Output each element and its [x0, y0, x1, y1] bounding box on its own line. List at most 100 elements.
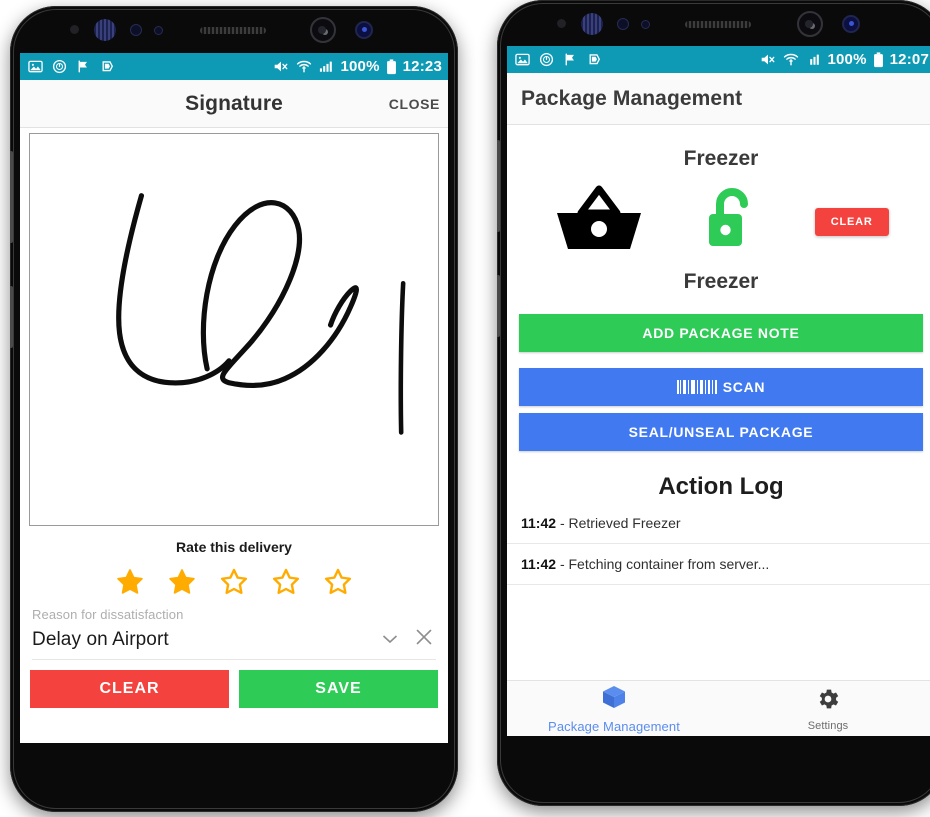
power-button-left[interactable] [10, 286, 13, 348]
log-entry-time: 11:42 [521, 515, 557, 531]
chevron-down-icon[interactable] [382, 631, 398, 649]
status-bar-left-icons [28, 59, 115, 74]
button-gap [519, 406, 923, 413]
barcode-icon [676, 380, 719, 394]
clock-icon [52, 59, 67, 74]
container-top-label: Freezer [683, 147, 759, 170]
phone-top-bezel-right [497, 0, 930, 48]
battery-icon [386, 58, 397, 75]
scan-button-label: SCAN [722, 379, 766, 395]
battery-percent-label: 100% [340, 58, 380, 75]
screenshot-stage: 100% 12:23 Signature CLOSE Rate this del… [0, 0, 930, 817]
screen-right: 100% 12:07 Package Management Freezer CL… [507, 46, 930, 736]
sensor-dot-icon [154, 26, 163, 35]
nav-label-settings: Settings [807, 719, 849, 732]
log-entry-separator: - [559, 515, 565, 531]
clock-label: 12:07 [889, 51, 929, 68]
star-rating[interactable] [20, 567, 448, 597]
app-bar-right: Package Management [507, 73, 930, 125]
front-camera-icon [797, 11, 823, 37]
reason-field-block: Reason for dissatisfaction Delay on Airp… [20, 597, 448, 660]
close-button[interactable]: CLOSE [389, 96, 440, 112]
add-package-note-label: ADD PACKAGE NOTE [642, 325, 800, 341]
log-entry-time: 11:42 [521, 556, 557, 572]
battery-percent-label: 100% [827, 51, 867, 68]
iris-scanner-icon [581, 13, 603, 35]
star-icon-2-filled[interactable] [167, 567, 197, 597]
status-bar-right-right-icons: 100% 12:07 [759, 51, 929, 68]
clock-icon [539, 52, 554, 67]
volume-button-left[interactable] [10, 151, 13, 243]
volume-button-right[interactable] [497, 140, 500, 232]
action-log-list: 11:42 - Retrieved Freezer 11:42 - Fetchi… [507, 515, 930, 585]
light-sensor-icon [617, 18, 629, 30]
proximity-sensor-icon [557, 19, 566, 28]
send-icon [587, 52, 602, 67]
rating-label: Rate this delivery [176, 539, 292, 555]
seal-unseal-package-button[interactable]: SEAL/UNSEAL PACKAGE [519, 413, 923, 451]
add-package-note-button[interactable]: ADD PACKAGE NOTE [519, 314, 923, 352]
signature-canvas-wrapper [20, 128, 448, 526]
save-button[interactable]: SAVE [239, 670, 438, 708]
notification-led-icon [842, 15, 860, 33]
battery-icon [873, 51, 884, 68]
mute-icon [759, 52, 777, 67]
package-box-icon [600, 683, 628, 716]
basket-icon[interactable] [553, 183, 645, 260]
page-title: Signature [185, 91, 283, 115]
log-entry-text: Fetching container from server... [568, 556, 770, 572]
phone-top-bezel-left [10, 6, 458, 54]
nav-label-package-management: Package Management [548, 719, 680, 734]
unlocked-padlock-icon[interactable] [702, 186, 758, 257]
status-bar-left: 100% 12:23 [20, 53, 448, 80]
star-icon-5-empty[interactable] [323, 567, 353, 597]
gear-icon [815, 686, 841, 717]
status-bar-right-icons: 100% 12:23 [272, 58, 442, 75]
seal-unseal-label: SEAL/UNSEAL PACKAGE [628, 424, 814, 440]
log-entry-separator: - [559, 556, 565, 572]
earpiece-speaker [685, 21, 751, 28]
status-bar-right-left-icons [515, 52, 602, 67]
screen-left: 100% 12:23 Signature CLOSE Rate this del… [20, 53, 448, 743]
notification-led-icon [355, 21, 373, 39]
mute-icon [272, 59, 290, 74]
flag-icon [76, 59, 91, 74]
signature-pad[interactable] [29, 133, 439, 526]
container-bottom-label: Freezer [683, 270, 759, 293]
signal-icon [318, 59, 334, 74]
signature-action-bar: CLEAR SAVE [20, 660, 448, 708]
action-log-title: Action Log [658, 473, 784, 500]
page-title: Package Management [521, 86, 743, 110]
signal-icon [805, 52, 821, 67]
package-management-scroll: Freezer CLEAR Freezer ADD PACKAGE NOTE S… [507, 125, 930, 680]
log-entry: 11:42 - Retrieved Freezer [507, 515, 930, 544]
phone-device-right: 100% 12:07 Package Management Freezer CL… [497, 0, 930, 806]
power-button-right[interactable] [497, 275, 500, 337]
log-entry-text: Retrieved Freezer [568, 515, 681, 531]
send-icon [100, 59, 115, 74]
signature-screen-body: Rate this delivery Reason for dissatisfa… [20, 128, 448, 743]
reason-field-label: Reason for dissatisfaction [32, 607, 184, 622]
proximity-sensor-icon [70, 25, 79, 34]
container-clear-button[interactable]: CLEAR [814, 207, 889, 236]
star-icon-1-filled[interactable] [115, 567, 145, 597]
package-management-body: Freezer CLEAR Freezer ADD PACKAGE NOTE S… [507, 125, 930, 736]
star-icon-3-empty[interactable] [219, 567, 249, 597]
reason-select-row[interactable]: Delay on Airport [32, 627, 436, 660]
clear-button[interactable]: CLEAR [30, 670, 229, 708]
package-action-buttons: ADD PACKAGE NOTE SCAN SEAL/UNSEAL PACKAG… [507, 294, 930, 451]
scan-button[interactable]: SCAN [519, 368, 923, 406]
clear-reason-icon[interactable] [414, 627, 434, 652]
sensor-dot-icon [641, 20, 650, 29]
nav-item-settings[interactable]: Settings [721, 686, 930, 732]
wifi-icon [296, 59, 312, 74]
app-bar-left: Signature CLOSE [20, 80, 448, 128]
front-camera-icon [310, 17, 336, 43]
star-icon-4-empty[interactable] [271, 567, 301, 597]
status-bar-right: 100% 12:07 [507, 46, 930, 73]
container-status-row: CLEAR [507, 183, 930, 260]
clock-label: 12:23 [402, 58, 442, 75]
image-icon [28, 59, 43, 74]
light-sensor-icon [130, 24, 142, 36]
nav-item-package-management[interactable]: Package Management [507, 683, 721, 734]
